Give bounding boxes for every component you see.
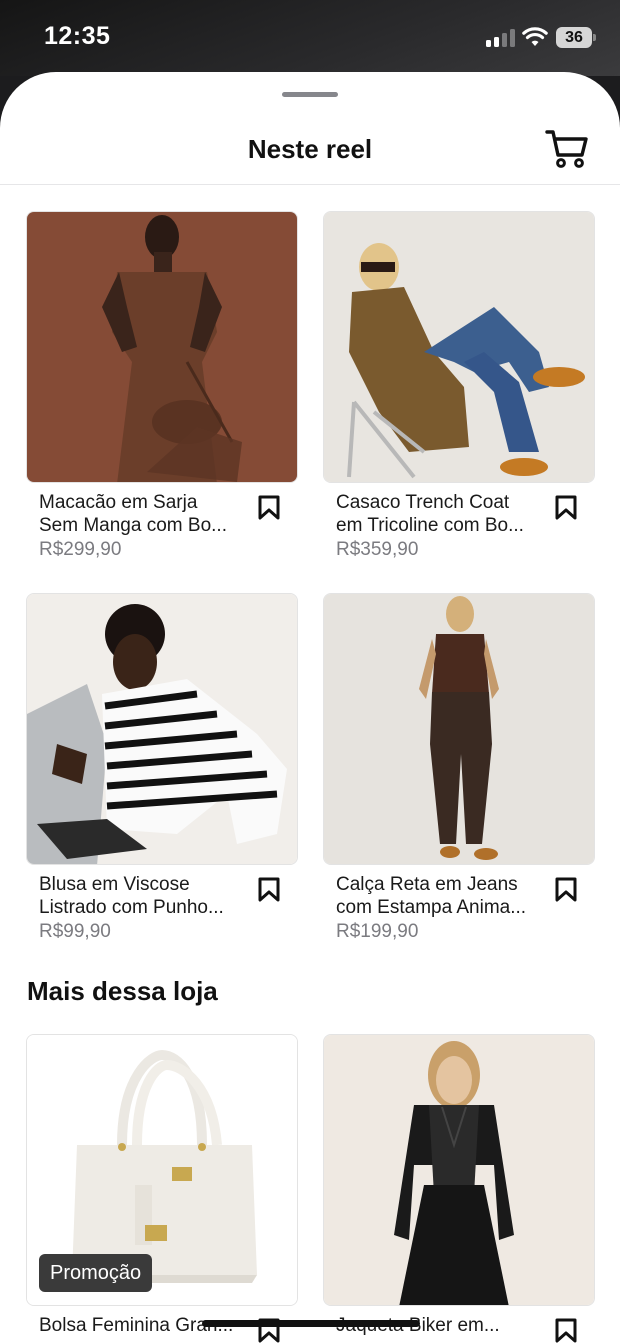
sheet-title: Neste reel [247, 134, 373, 164]
promo-badge: Promoção [39, 1254, 153, 1292]
product-image[interactable] [26, 593, 298, 865]
bookmark-icon[interactable] [554, 877, 578, 903]
product-image[interactable] [323, 1034, 595, 1306]
product-image[interactable] [26, 211, 298, 483]
status-time: 12:35 [44, 22, 111, 50]
products-sheet: Neste reel Macacão em Sarja Sem Manga co… [0, 72, 620, 1343]
product-price: R$99,90 [39, 921, 111, 942]
product-card[interactable]: Jaqueta Biker em... [323, 1034, 595, 1343]
sheet-grabber-handle[interactable] [282, 92, 338, 97]
product-price: R$199,90 [336, 921, 419, 942]
product-card[interactable]: Casaco Trench Coat em Tricoline com Bo..… [323, 211, 595, 563]
bookmark-icon[interactable] [554, 1318, 578, 1343]
bookmark-icon[interactable] [257, 877, 281, 903]
product-name[interactable]: Calça Reta em Jeans com Estampa Anima... [336, 873, 551, 919]
product-card[interactable]: Macacão em Sarja Sem Manga com Bo... R$2… [26, 211, 298, 563]
product-name[interactable]: Casaco Trench Coat em Tricoline com Bo..… [336, 491, 551, 537]
product-card[interactable]: Calça Reta em Jeans com Estampa Anima...… [323, 593, 595, 945]
cart-icon[interactable] [544, 128, 590, 170]
bookmark-icon[interactable] [257, 495, 281, 521]
product-name[interactable]: Macacão em Sarja Sem Manga com Bo... [39, 491, 254, 537]
product-price: R$359,90 [336, 539, 419, 560]
product-image[interactable] [323, 211, 595, 483]
battery-icon: 36 [556, 27, 592, 48]
product-image[interactable] [323, 593, 595, 865]
header-divider [0, 184, 620, 185]
product-card[interactable]: Promoção Bolsa Feminina Gran... [26, 1034, 298, 1343]
battery-tip [593, 34, 596, 41]
product-name[interactable]: Blusa em Viscose Listrado com Punho... [39, 873, 254, 919]
status-bar: 12:35 36 [0, 0, 620, 76]
bookmark-icon[interactable] [554, 495, 578, 521]
product-card[interactable]: Blusa em Viscose Listrado com Punho... R… [26, 593, 298, 945]
cellular-signal-icon [486, 29, 516, 47]
wifi-icon [522, 27, 548, 46]
product-price: R$299,90 [39, 539, 122, 560]
section-title-more-from-store: Mais dessa loja [27, 976, 218, 1006]
home-indicator[interactable] [202, 1320, 420, 1327]
